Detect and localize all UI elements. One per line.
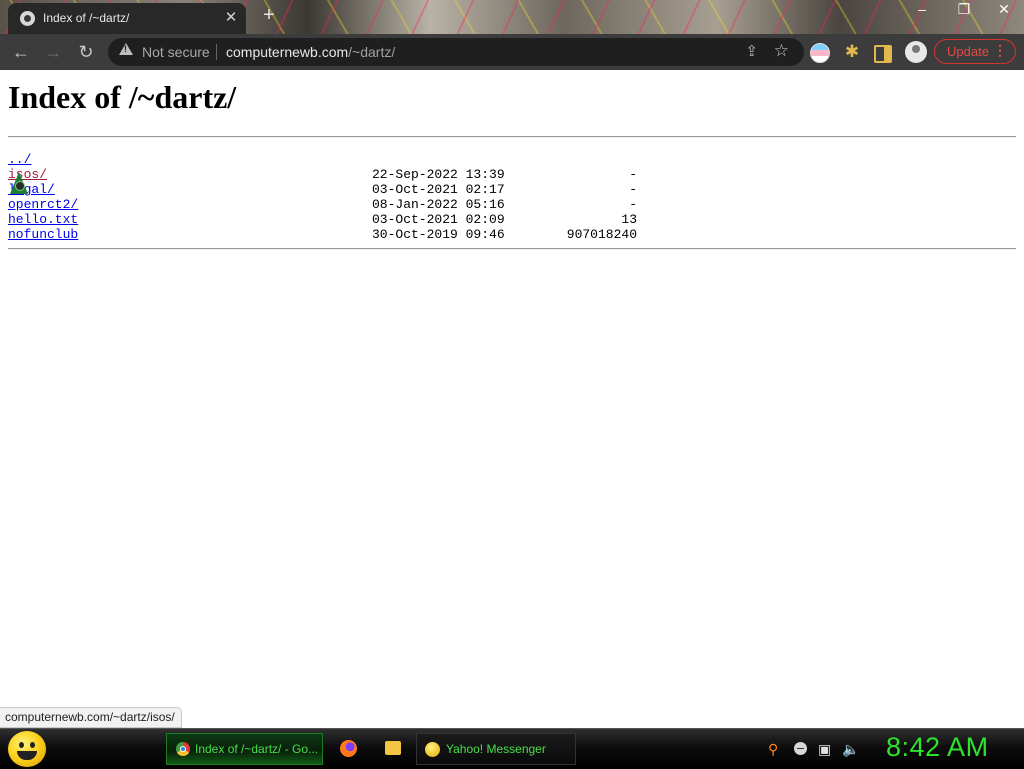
yahoo-messenger-icon — [425, 742, 440, 757]
taskbar: Index of /~dartz/ - Go... Yahoo! Messeng… — [0, 728, 1024, 769]
url-host: computernewb.com — [226, 44, 349, 60]
listing-row: nofunclub 30-Oct-2019 09:46 907018240 — [8, 227, 648, 242]
taskbar-yahoo-label: Yahoo! Messenger — [446, 742, 546, 756]
tray-status-icon[interactable] — [794, 742, 807, 755]
extension-flag-icon[interactable] — [810, 43, 830, 63]
menu-dots-icon: ⋮ — [993, 42, 1007, 58]
mouse-cursor-icon — [10, 172, 28, 194]
listing-row: ../ — [8, 152, 648, 167]
taskbar-chrome-label: Index of /~dartz/ - Go... — [195, 742, 319, 756]
tab-title: Index of /~dartz/ — [43, 11, 130, 25]
listing-row: hello.txt 03-Oct-2021 02:09 13 — [8, 212, 648, 227]
minimize-button[interactable]: – — [908, 0, 936, 20]
address-bar[interactable]: Not secure computernewb.com/~dartz/ ⇪ ☆ — [108, 38, 804, 66]
maximize-button[interactable]: ❐ — [950, 0, 978, 20]
listing-date: 03-Oct-2021 02:17 — [372, 182, 505, 197]
status-bubble: computernewb.com/~dartz/isos/ — [0, 707, 182, 728]
tab-close-icon[interactable]: ✕ — [222, 8, 240, 26]
tray-network-icon[interactable]: ▣ — [818, 741, 831, 757]
new-tab-button[interactable]: + — [258, 4, 280, 27]
taskbar-chrome-button[interactable]: Index of /~dartz/ - Go... — [166, 733, 323, 765]
listing-size: - — [629, 197, 637, 212]
taskbar-firefox-button[interactable] — [332, 733, 366, 765]
not-secure-warning-icon[interactable] — [119, 43, 133, 55]
smiley-eyes — [19, 742, 35, 748]
browser-tab[interactable]: Index of /~dartz/ ✕ — [8, 3, 246, 34]
directory-listing: ../isos/22-Sep-2022 13:39- legal/03-Oct-2… — [8, 152, 648, 242]
listing-row: isos/22-Sep-2022 13:39- — [8, 167, 648, 182]
share-icon[interactable]: ⇪ — [745, 42, 758, 60]
extensions-puzzle-icon[interactable]: ✱ — [842, 42, 862, 62]
start-button[interactable] — [8, 731, 46, 767]
back-button[interactable]: ← — [9, 40, 33, 64]
side-panel-icon[interactable] — [874, 45, 892, 63]
listing-link[interactable]: nofunclub — [8, 227, 78, 242]
update-button[interactable]: Update ⋮ — [934, 39, 1016, 64]
url-text[interactable]: computernewb.com/~dartz/ — [226, 44, 395, 60]
listing-date: 22-Sep-2022 13:39 — [372, 167, 505, 182]
taskbar-files-button[interactable] — [376, 733, 410, 765]
listing-row: openrct2/08-Jan-2022 05:16 - — [8, 197, 648, 212]
tray-search-icon[interactable]: ⚲ — [768, 741, 778, 757]
listing-date: 30-Oct-2019 09:46 — [372, 227, 505, 242]
listing-size: - — [629, 182, 637, 197]
url-path: /~dartz/ — [348, 44, 396, 60]
reload-button[interactable]: ↻ — [74, 40, 98, 64]
forward-button[interactable]: → — [41, 40, 65, 64]
listing-date: 03-Oct-2021 02:09 — [372, 212, 505, 227]
smiley-mouth — [17, 751, 37, 760]
listing-link[interactable]: openrct2/ — [8, 197, 78, 212]
window-close-button[interactable]: ✕ — [990, 0, 1018, 20]
listing-link[interactable]: ../ — [8, 152, 31, 167]
page-heading: Index of /~dartz/ — [8, 79, 237, 115]
browser-toolbar: ← → ↻ Not secure computernewb.com/~dartz… — [0, 34, 1024, 70]
listing-size: 13 — [621, 212, 637, 227]
window-title-bar: Index of /~dartz/ ✕ + – ❐ ✕ — [0, 0, 1024, 34]
taskbar-yahoo-messenger-button[interactable]: Yahoo! Messenger — [416, 733, 576, 765]
page-content: Index of /~dartz/ ../isos/22-Sep-2022 13… — [0, 70, 1024, 728]
bottom-divider — [8, 248, 1016, 250]
firefox-icon — [340, 740, 357, 757]
tab-favicon-icon — [20, 11, 35, 26]
folder-icon — [385, 741, 401, 755]
listing-date: 08-Jan-2022 05:16 — [372, 197, 505, 212]
update-label: Update — [947, 44, 989, 59]
listing-size: 907018240 — [566, 227, 637, 242]
bookmark-star-icon[interactable]: ☆ — [774, 41, 789, 61]
listing-link[interactable]: hello.txt — [8, 212, 78, 227]
address-separator — [216, 44, 217, 60]
listing-size: - — [629, 167, 637, 182]
chrome-icon — [176, 742, 190, 756]
security-label[interactable]: Not secure — [142, 44, 210, 60]
listing-row: legal/03-Oct-2021 02:17- — [8, 182, 648, 197]
top-divider — [8, 136, 1016, 138]
taskbar-clock[interactable]: 8:42 AM — [886, 732, 989, 763]
tray-volume-icon[interactable]: 🔈 — [842, 741, 859, 757]
profile-avatar-icon[interactable] — [905, 41, 927, 63]
